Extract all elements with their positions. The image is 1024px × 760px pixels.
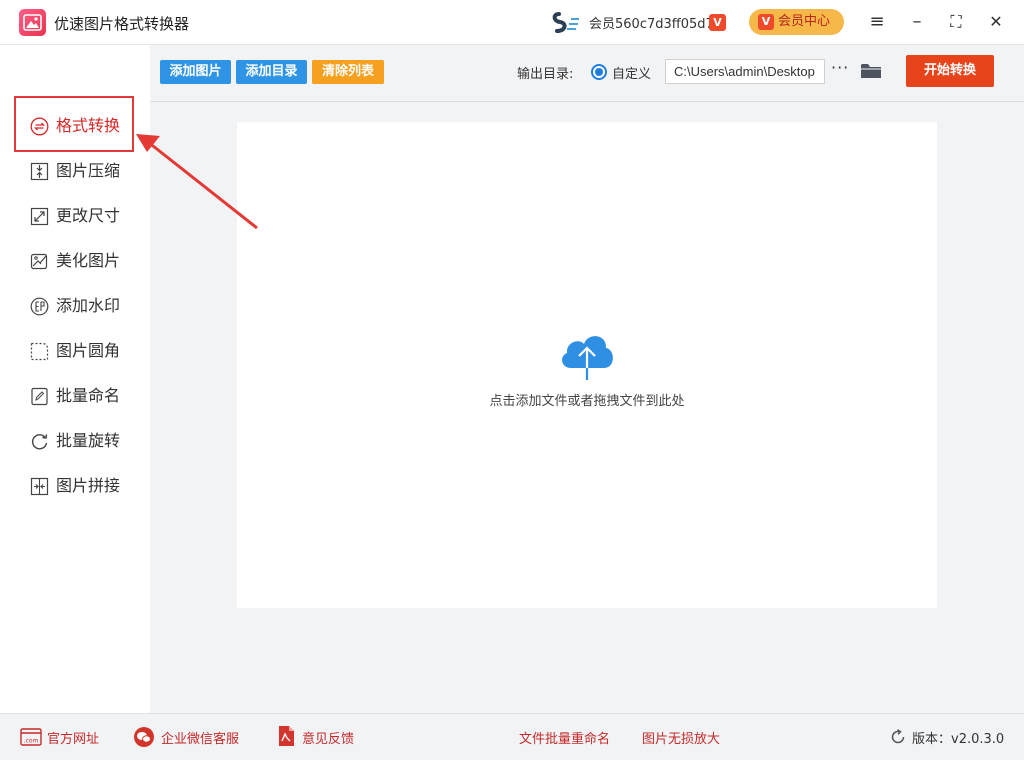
sidebar-item-rounded-corner[interactable]: 图片圆角 xyxy=(27,336,137,366)
rotate-icon xyxy=(31,434,48,450)
vip-icon: V xyxy=(758,14,774,30)
sidebar-item-compress[interactable]: 图片压缩 xyxy=(27,156,137,186)
feedback-link[interactable]: 意见反馈 xyxy=(302,728,354,747)
stitch-icon xyxy=(30,477,49,496)
sidebar-item-label: 图片圆角 xyxy=(56,341,121,360)
sidebar-item-label: 图片拼接 xyxy=(56,476,121,495)
watermark-icon xyxy=(30,297,49,316)
sidebar-item-batch-rotate[interactable]: 批量旋转 xyxy=(27,426,137,456)
sidebar-item-batch-rename[interactable]: 批量命名 xyxy=(27,381,137,411)
sidebar-item-label: 美化图片 xyxy=(56,251,121,270)
open-folder-icon[interactable] xyxy=(860,62,882,80)
sidebar-item-resize[interactable]: 更改尺寸 xyxy=(27,201,137,231)
file-drop-zone[interactable]: 点击添加文件或者拖拽文件到此处 xyxy=(237,122,937,608)
batch-rename-link[interactable]: 文件批量重命名 xyxy=(519,728,610,747)
app-logo-icon xyxy=(19,9,46,36)
maximize-icon[interactable]: ⛶ xyxy=(944,10,968,34)
version-label: 版本：v2.0.3.0 xyxy=(912,732,1005,747)
sidebar-item-watermark[interactable]: 添加水印 xyxy=(27,291,137,321)
footer: .com 官方网址 企业微信客服 意见反馈 文件批量重命名 图片无损放大 版本：… xyxy=(0,713,1024,760)
compress-icon xyxy=(30,162,49,181)
feedback-icon xyxy=(279,726,294,746)
refresh-icon[interactable] xyxy=(890,729,906,745)
add-image-button[interactable]: 添加图片 xyxy=(160,60,231,84)
menu-icon[interactable]: ≡ xyxy=(865,10,889,34)
title-bar: 优速图片格式转换器 会员560c7d3ff05d7 V V 会员中心 ≡ – ⛶… xyxy=(0,0,1024,45)
main-area: 点击添加文件或者拖拽文件到此处 xyxy=(150,102,1024,713)
wechat-service-icon xyxy=(134,727,154,747)
lossless-upscale-link[interactable]: 图片无损放大 xyxy=(642,728,720,747)
sidebar-item-label: 更改尺寸 xyxy=(56,206,121,225)
add-directory-button[interactable]: 添加目录 xyxy=(236,60,307,84)
user-name[interactable]: 会员560c7d3ff05d7 xyxy=(589,13,714,32)
clear-list-button[interactable]: 清除列表 xyxy=(312,60,384,84)
start-convert-button[interactable]: 开始转换 xyxy=(906,55,994,87)
user-avatar-icon xyxy=(552,12,579,33)
annotation-arrow-icon xyxy=(136,134,258,230)
output-path-field[interactable]: C:\Users\admin\Desktop xyxy=(665,59,825,84)
app-title: 优速图片格式转换器 xyxy=(54,15,190,33)
resize-icon xyxy=(30,207,49,226)
beautify-icon xyxy=(30,253,48,270)
more-options-icon[interactable]: ··· xyxy=(831,58,849,77)
sidebar-item-label: 图片压缩 xyxy=(56,161,121,180)
cloud-upload-icon xyxy=(562,336,613,380)
website-link[interactable]: 官方网址 xyxy=(47,728,99,747)
sidebar-item-beautify[interactable]: 美化图片 xyxy=(27,246,137,276)
sidebar-item-label: 添加水印 xyxy=(56,296,121,315)
toolbar: 添加图片 添加目录 清除列表 输出目录: 自定义 C:\Users\admin\… xyxy=(150,45,1024,102)
vip-level-badge: V xyxy=(709,14,726,31)
website-icon: .com xyxy=(20,728,42,746)
svg-text:.com: .com xyxy=(24,738,39,745)
annotation-highlight-box xyxy=(14,96,134,152)
minimize-icon[interactable]: – xyxy=(905,10,929,34)
sidebar-item-stitch[interactable]: 图片拼接 xyxy=(27,471,137,501)
vip-center-button[interactable]: V 会员中心 xyxy=(749,9,844,35)
custom-output-radio[interactable] xyxy=(591,64,607,80)
drop-hint-text: 点击添加文件或者拖拽文件到此处 xyxy=(489,394,685,409)
sidebar-item-label: 批量命名 xyxy=(56,386,121,405)
sidebar-item-label: 批量旋转 xyxy=(56,431,121,450)
rounded-corner-icon xyxy=(30,342,49,361)
rename-icon xyxy=(31,387,48,406)
wechat-service-link[interactable]: 企业微信客服 xyxy=(161,728,239,747)
custom-output-label[interactable]: 自定义 xyxy=(612,63,651,82)
vip-center-label: 会员中心 xyxy=(778,14,831,29)
output-dir-label: 输出目录: xyxy=(517,67,574,82)
close-icon[interactable]: ✕ xyxy=(984,10,1008,34)
